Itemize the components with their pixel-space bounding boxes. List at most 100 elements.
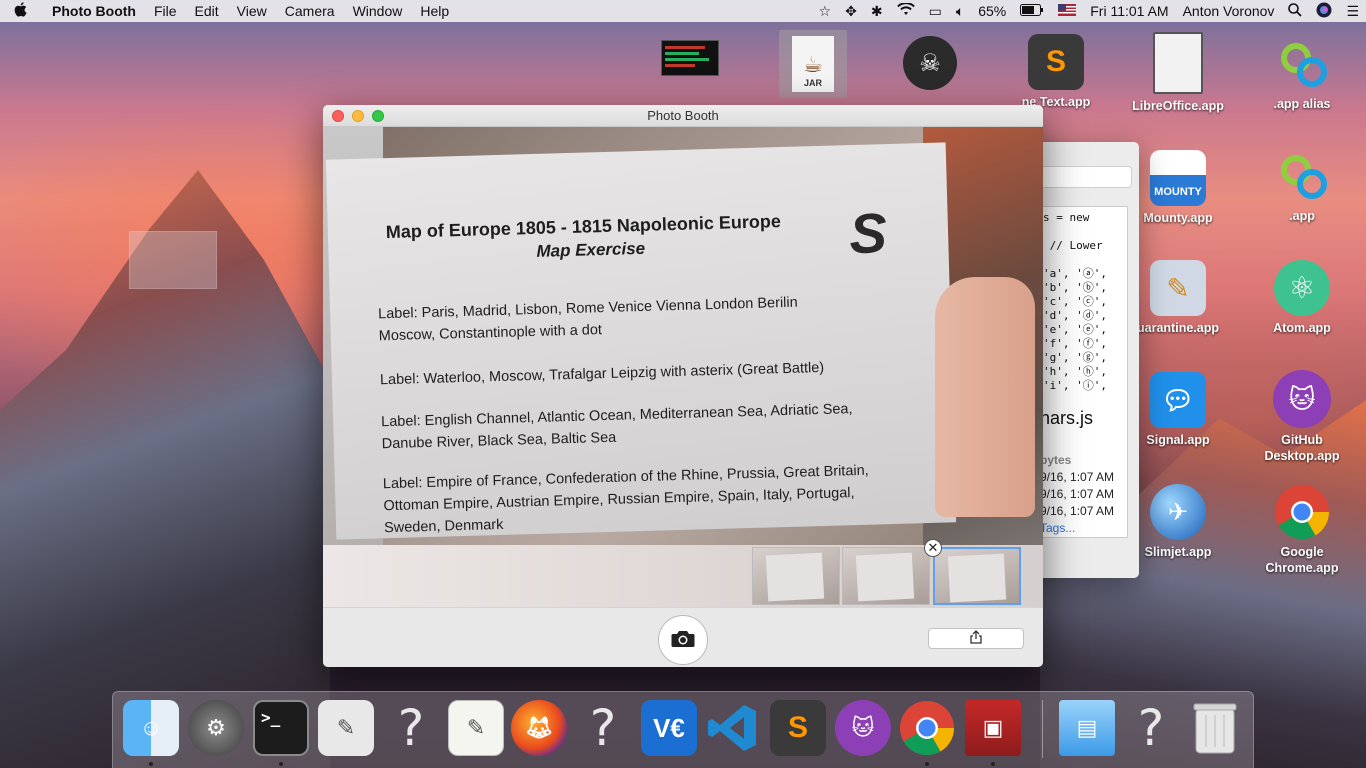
menu-view[interactable]: View <box>228 3 276 19</box>
terminal-icon[interactable]: >_ <box>253 700 309 756</box>
share-button[interactable] <box>928 628 1024 649</box>
paper-line-3: Label: Waterloo, Moscow, Trafalgar Leipz… <box>379 359 825 389</box>
menu-app-name[interactable]: Photo Booth <box>40 3 145 19</box>
wifi-icon[interactable] <box>890 2 922 19</box>
minimize-window-button[interactable] <box>352 110 364 122</box>
downloads-folder-icon[interactable]: ▤ <box>1059 700 1115 756</box>
script-editor-icon[interactable]: ✎ <box>318 700 374 756</box>
volume-icon[interactable]: 🔈︎ <box>949 3 971 20</box>
missing-app-icon[interactable]: ? <box>383 699 439 757</box>
chrome-dock-icon[interactable] <box>899 700 955 756</box>
tags-link[interactable]: Tags... <box>1040 520 1114 537</box>
photo-booth-dock-icon[interactable]: ▣ <box>965 700 1021 756</box>
menu-edit[interactable]: Edit <box>186 3 228 19</box>
missing-app-icon[interactable]: ? <box>575 699 631 757</box>
file-date-created: 9/16, 1:07 AM <box>1040 470 1115 484</box>
delete-photo-button[interactable]: ✕ <box>924 539 942 557</box>
finder-icon[interactable]: ☺︎ <box>123 700 179 756</box>
system-preferences-icon[interactable]: ⚙︎ <box>188 700 244 756</box>
desktop-icon-bomb-app[interactable]: ☠︎ <box>880 36 980 94</box>
photo-thumbnail-selected[interactable] <box>933 547 1021 605</box>
desktop-icon-app[interactable]: .app <box>1252 148 1352 224</box>
star-icon[interactable]: ☆ <box>812 3 839 20</box>
spotlight-search-icon[interactable] <box>1281 2 1309 20</box>
atom-icon: ⚛︎ <box>1274 260 1330 316</box>
dragged-photo-ghost <box>129 231 217 289</box>
sublime-text-dock-icon[interactable]: S <box>770 700 826 756</box>
notification-center-icon[interactable]: ☰ <box>1339 3 1366 20</box>
quarantine-label: uarantine.app <box>1137 321 1219 335</box>
take-photo-button[interactable] <box>658 615 708 665</box>
missing-app-icon[interactable]: ? <box>1123 699 1179 757</box>
flag-icon[interactable] <box>1051 3 1083 19</box>
battery-percent[interactable]: 65% <box>971 3 1013 19</box>
vnc-viewer-icon[interactable]: V€ <box>641 700 697 756</box>
battery-icon[interactable] <box>1013 3 1051 19</box>
desktop-icon-sublime[interactable]: S ne Text.app <box>1006 34 1106 110</box>
file-metadata: bytes 9/16, 1:07 AM 9/16, 1:07 AM 9/16, … <box>1040 452 1114 537</box>
chrome-icon <box>1274 484 1330 540</box>
menu-bar: Photo Booth File Edit View Camera Window… <box>0 0 1366 22</box>
desktop-icon-screenshot[interactable] <box>640 40 740 80</box>
desktop-icon-chrome[interactable]: Google Chrome.app <box>1252 484 1352 576</box>
running-indicator <box>279 762 283 766</box>
desktop-icon-quarantine[interactable]: ✎ uarantine.app <box>1128 260 1228 336</box>
app-label: .app <box>1289 209 1315 223</box>
apple-menu-icon[interactable] <box>0 1 40 21</box>
mounty-label: Mounty.app <box>1143 211 1213 225</box>
desktop-icon-jar[interactable]: ☕︎ JAR <box>763 30 863 102</box>
menu-window[interactable]: Window <box>344 3 412 19</box>
jar-file-icon: ☕︎ JAR <box>779 30 847 98</box>
dock-separator <box>1042 700 1043 758</box>
menu-help[interactable]: Help <box>411 3 458 19</box>
mounty-icon: MOUNTY <box>1150 150 1206 206</box>
vscode-icon[interactable] <box>705 700 761 756</box>
photo-thumbnail[interactable] <box>752 547 840 605</box>
held-paper-sheet: Map of Europe 1805 - 1815 Napoleonic Eur… <box>325 142 957 540</box>
github-desktop-dock-icon[interactable]: 🐱︎ <box>835 700 891 756</box>
siri-icon[interactable] <box>1309 2 1339 21</box>
desktop-icon-signal[interactable]: 💬︎ Signal.app <box>1128 372 1228 448</box>
close-window-button[interactable] <box>332 110 344 122</box>
paper-line-8: Sweden, Denmark <box>383 516 504 537</box>
desktop-icon-app-alias[interactable]: .app alias <box>1252 36 1352 112</box>
libreoffice-icon <box>1153 32 1203 94</box>
terminal-screenshot-icon <box>661 40 719 76</box>
finder-search-field[interactable] <box>1040 166 1132 188</box>
desktop-icon-github[interactable]: 🐱︎ GitHub Desktop.app <box>1252 370 1352 464</box>
zoom-window-button[interactable] <box>372 110 384 122</box>
user-name[interactable]: Anton Voronov <box>1176 3 1282 19</box>
desktop-icon-slimjet[interactable]: ✈︎ Slimjet.app <box>1128 484 1228 560</box>
desktop-icon-libreoffice[interactable]: LibreOffice.app <box>1128 32 1228 114</box>
photo-booth-window[interactable]: Photo Booth Map of Europe 1805 - 1815 Na… <box>323 105 1043 667</box>
running-indicator <box>149 762 153 766</box>
photo-thumbnail[interactable] <box>842 547 930 605</box>
file-size: bytes <box>1040 453 1072 467</box>
holding-hand <box>935 277 1035 517</box>
paper-line-5: Danube River, Black Sea, Baltic Sea <box>381 429 617 453</box>
window-titlebar[interactable]: Photo Booth <box>323 105 1043 127</box>
photo-booth-toolbar <box>323 607 1043 667</box>
file-name: hars.js <box>1040 408 1094 428</box>
slimjet-label: Slimjet.app <box>1144 545 1212 559</box>
paper-title: Map of Europe 1805 - 1815 Napoleonic Eur… <box>385 211 782 243</box>
file-date-modified: 9/16, 1:07 AM <box>1040 487 1115 501</box>
firefox-icon[interactable]: 🦊︎ <box>511 700 567 756</box>
dock: ☺︎ ⚙︎ >_ ✎ ? ✎ 🦊︎ ? V€ S 🐱︎ ▣ ▤ ? <box>112 691 1254 768</box>
clock[interactable]: Fri 11:01 AM <box>1083 3 1175 19</box>
window-title: Photo Booth <box>647 108 719 123</box>
quarantine-app-icon: ✎ <box>1150 260 1206 316</box>
desktop-icon-atom[interactable]: ⚛︎ Atom.app <box>1252 260 1352 336</box>
dropbox-icon[interactable]: ✥ <box>838 3 864 20</box>
menu-file[interactable]: File <box>145 3 186 19</box>
paper-line-2: Moscow, Constantinople with a dot <box>378 322 603 345</box>
airplay-icon[interactable]: ▭ <box>922 3 949 20</box>
bluetooth-icon[interactable]: ✱ <box>864 3 890 20</box>
trash-icon[interactable] <box>1187 700 1243 756</box>
menu-camera[interactable]: Camera <box>276 3 344 19</box>
github-desktop-icon: 🐱︎ <box>1273 370 1331 428</box>
desktop-icon-mounty[interactable]: MOUNTY Mounty.app <box>1128 150 1228 226</box>
slimjet-icon: ✈︎ <box>1150 484 1206 540</box>
textedit-icon[interactable]: ✎ <box>448 700 504 756</box>
github-label: GitHub Desktop.app <box>1264 433 1340 463</box>
